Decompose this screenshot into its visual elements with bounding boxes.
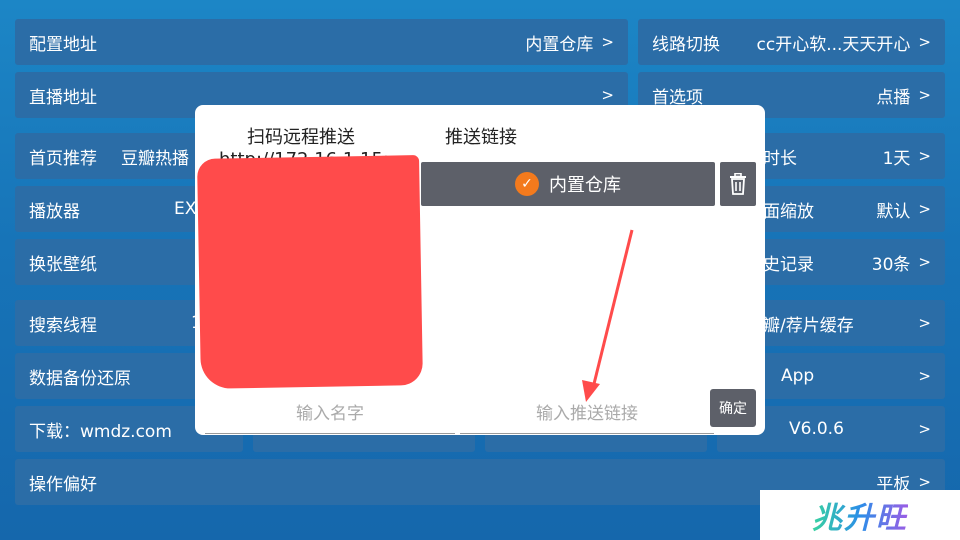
setting-label: 换张壁纸 [29,254,97,275]
setting-value: 内置仓库 [525,34,594,55]
push-title: 推送链接 [445,127,517,148]
setting-label: 播放器 [29,201,80,222]
setting-value: cc开心软...天天开心 [756,34,911,55]
check-icon: ✓ [515,172,539,196]
setting-label: App [781,366,815,386]
repo-list-item[interactable]: ✓ 内置仓库 [421,162,715,206]
qr-title: 扫码远程推送 [247,127,355,148]
chevron-right-icon: > [918,473,931,491]
setting-label: 数据备份还原 [29,368,131,389]
chevron-right-icon: > [601,86,614,104]
setting-label: 首选项 [652,87,703,108]
setting-value: 30条 [871,254,911,275]
setting-label: 搜索线程 [29,315,97,336]
setting-label: 配置地址 [29,34,97,55]
remote-push-dialog: 扫码远程推送 http://172.16.1.15: 推送链接 ✓ 内置仓库 确… [195,105,765,435]
setting-value: V6.0.6 [789,419,844,439]
setting-line-switch[interactable]: 线路切换 cc开心软...天天开心 > [638,19,945,65]
chevron-right-icon: > [918,147,931,165]
watermark-text: 兆升旺 [812,493,908,537]
setting-value: 1天 [882,148,911,169]
repo-item-label: 内置仓库 [549,175,621,196]
setting-label: 首页推荐 [29,148,97,169]
name-input[interactable] [205,395,455,434]
setting-value: 默认 [876,201,911,222]
chevron-right-icon: > [918,314,931,332]
watermark-logo: 兆升旺 [760,490,960,540]
setting-label: 下载：wmdz.com [29,421,172,442]
push-link-input[interactable] [460,395,714,434]
setting-label: 操作偏好 [29,474,97,495]
setting-label: 直播地址 [29,87,97,108]
chevron-right-icon: > [918,86,931,104]
chevron-right-icon: > [918,33,931,51]
setting-value: 点播 [876,87,911,108]
trash-icon [730,173,746,195]
chevron-right-icon: > [918,200,931,218]
chevron-right-icon: > [918,253,931,271]
chevron-right-icon: > [601,33,614,51]
delete-button[interactable] [720,162,756,206]
confirm-button[interactable]: 确定 [710,389,756,427]
setting-label: 时长 [763,148,797,169]
setting-label: 面缩放 [763,201,814,222]
setting-config-address[interactable]: 配置地址 内置仓库 > [15,19,628,65]
chevron-right-icon: > [918,367,931,385]
setting-label: 瓣/荐片缓存 [763,315,854,336]
setting-label: 线路切换 [652,34,720,55]
qr-code-redacted [197,155,423,389]
chevron-right-icon: > [918,420,931,438]
setting-label: 史记录 [763,254,814,275]
